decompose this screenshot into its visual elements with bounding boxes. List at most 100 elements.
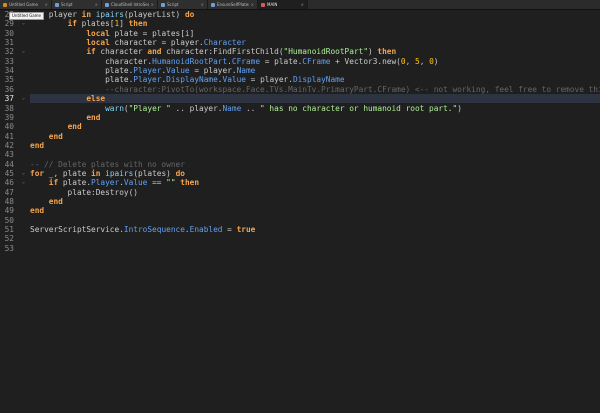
- code-line[interactable]: local character = player.Character: [30, 38, 600, 47]
- code-token: player: [48, 10, 82, 19]
- line-number: 44: [4, 159, 14, 169]
- line-number: 47: [4, 187, 14, 197]
- fold-chevron-icon[interactable]: ⌄: [21, 169, 26, 178]
- code-line[interactable]: plate.Player.Value = player.Name: [30, 66, 600, 75]
- code-token: --character:PivotTo(workspace.Face.TVs.M…: [105, 84, 600, 94]
- close-icon[interactable]: ×: [45, 2, 48, 7]
- code-line[interactable]: [30, 234, 600, 243]
- code-line[interactable]: if character and character:FindFirstChil…: [30, 47, 600, 56]
- code-token: " has no character or humanoid root part…: [260, 103, 458, 113]
- code-line[interactable]: if plates[1] then: [30, 19, 600, 28]
- code-token: (plates): [133, 168, 176, 178]
- code-line[interactable]: end: [30, 113, 600, 122]
- line-number: 43: [4, 150, 14, 160]
- code-token: end: [48, 131, 63, 141]
- code-token: Player: [133, 66, 162, 76]
- line-number: 33: [4, 56, 14, 66]
- line-number: 40: [4, 122, 14, 132]
- code-token: -- // Delete plates with no owner: [30, 159, 185, 169]
- code-token: character:FindFirstChild(: [161, 47, 284, 57]
- code-token: ]: [119, 19, 129, 29]
- code-token: Value: [222, 75, 246, 85]
- code-line[interactable]: player in ipairs(playerList) do: [30, 10, 600, 19]
- close-icon[interactable]: ×: [95, 2, 98, 7]
- code-line[interactable]: local plate = plates[i]: [30, 29, 600, 38]
- code-token: ServerScriptService.: [30, 225, 124, 235]
- close-icon[interactable]: ×: [201, 2, 204, 7]
- tab-2[interactable]: CloudShell IntroSequence×: [102, 0, 158, 9]
- code-area[interactable]: player in ipairs(playerList) do if plate…: [30, 10, 600, 413]
- code-token: "HumanoidRootPart": [283, 47, 369, 57]
- code-line[interactable]: end: [30, 122, 600, 131]
- code-line[interactable]: warn("Player " .. player.Name .. " has n…: [30, 104, 600, 113]
- script-icon: [55, 2, 59, 7]
- fold-chevron-icon[interactable]: ⌄: [21, 178, 26, 187]
- fold-chevron-icon[interactable]: ⌄: [21, 47, 26, 56]
- code-token: local: [86, 38, 110, 48]
- line-number: 39: [4, 112, 14, 122]
- code-line[interactable]: else: [30, 94, 600, 104]
- code-token: end: [30, 206, 45, 216]
- tab-label: Script: [61, 2, 73, 7]
- code-line[interactable]: if plate.Player.Value == "" then: [30, 178, 600, 187]
- code-line[interactable]: end: [30, 141, 600, 150]
- code-line[interactable]: --character:PivotTo(workspace.Face.TVs.M…: [30, 85, 600, 94]
- line-number: 34: [4, 66, 14, 76]
- code-token: true: [236, 225, 256, 235]
- line-number-gutter: 28⌄29⌄303132⌄3334353637⌄3839404142434445…: [0, 10, 30, 413]
- close-icon[interactable]: ×: [251, 2, 254, 7]
- code-line[interactable]: for _, plate in ipairs(plates) do: [30, 169, 600, 178]
- code-editor[interactable]: 28⌄29⌄303132⌄3334353637⌄3839404142434445…: [0, 10, 600, 413]
- tab-0[interactable]: Untitled Game ×: [0, 0, 52, 9]
- line-number: 46: [4, 178, 14, 188]
- code-token: CFrame: [231, 56, 261, 66]
- code-token: and: [147, 47, 162, 57]
- code-token: plate = plates[i]: [109, 28, 195, 38]
- code-token: Player: [133, 75, 162, 85]
- script-icon: [3, 2, 7, 7]
- code-line[interactable]: [30, 244, 600, 253]
- tab-5[interactable]: MAIN ×: [258, 0, 308, 9]
- code-line[interactable]: plate:Destroy(): [30, 188, 600, 197]
- close-icon[interactable]: ×: [151, 2, 154, 7]
- code-token: ,: [405, 56, 415, 66]
- code-token: for: [30, 168, 45, 178]
- code-token: character = player.: [109, 38, 204, 48]
- code-line[interactable]: -- // Delete plates with no owner: [30, 160, 600, 169]
- code-line[interactable]: end: [30, 132, 600, 141]
- code-line[interactable]: plate.Player.DisplayName.Value = player.…: [30, 75, 600, 84]
- fold-chevron-icon[interactable]: ⌄: [21, 19, 26, 28]
- code-token: plates[: [76, 19, 115, 29]
- line-number: 42: [4, 140, 14, 150]
- code-token: ipairs: [105, 168, 134, 178]
- script-icon: [161, 2, 165, 7]
- code-token: ): [368, 47, 378, 57]
- tab-label: MAIN: [267, 2, 278, 7]
- code-line[interactable]: end: [30, 206, 600, 215]
- code-line[interactable]: character.HumanoidRootPart.CFrame = plat…: [30, 57, 600, 66]
- line-number: 52: [4, 234, 14, 244]
- code-token: end: [48, 197, 63, 206]
- tab-3[interactable]: Script ×: [158, 0, 208, 9]
- code-line[interactable]: ServerScriptService.IntroSequence.Enable…: [30, 225, 600, 234]
- code-token: do: [175, 168, 185, 178]
- code-line[interactable]: end: [30, 197, 600, 206]
- code-token: .. player.: [170, 103, 223, 113]
- code-token: if: [48, 178, 59, 188]
- close-icon[interactable]: ×: [301, 2, 304, 7]
- tab-1[interactable]: Script ×: [52, 0, 102, 9]
- line-number: 32: [4, 47, 14, 57]
- code-line[interactable]: [30, 150, 600, 159]
- fold-chevron-icon[interactable]: ⌄: [21, 94, 26, 103]
- code-token: + Vector3.new(: [330, 56, 401, 66]
- code-line[interactable]: [30, 216, 600, 225]
- line-number: 36: [4, 84, 14, 94]
- tab-4[interactable]: EnsureSelfPlates ×: [208, 0, 258, 9]
- code-token: Name: [236, 66, 256, 76]
